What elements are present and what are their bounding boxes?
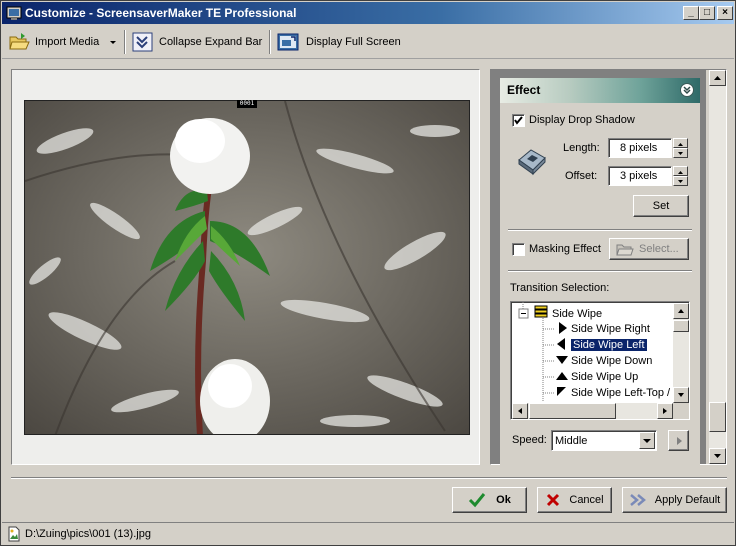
tree-item-side-wipe-down[interactable]: Side Wipe Down	[555, 353, 652, 369]
tree-node-side-wipe[interactable]: Side Wipe	[533, 305, 602, 321]
chevron-down-icon[interactable]	[639, 432, 655, 449]
masking-effect-label: Masking Effect	[529, 243, 601, 255]
tree-item-label: Side Wipe Left-Top /	[571, 387, 671, 399]
minimize-button[interactable]: _	[683, 6, 699, 20]
arrow-right-icon	[559, 322, 567, 334]
tree-item-label: Side Wipe Left	[570, 338, 648, 352]
title-bar[interactable]: Customize - ScreensaverMaker TE Professi…	[2, 2, 734, 24]
folder-icon	[616, 244, 634, 256]
scroll-left-button[interactable]	[512, 403, 528, 419]
tree-item-side-wipe-up[interactable]: Side Wipe Up	[555, 369, 638, 385]
transition-selection-label: Transition Selection:	[510, 282, 610, 294]
check-icon	[469, 493, 486, 508]
offset-label: Offset:	[565, 170, 598, 182]
display-full-screen-button[interactable]: Display Full Screen	[277, 30, 401, 54]
scroll-down-button[interactable]	[673, 387, 689, 403]
scroll-up-button[interactable]	[673, 303, 689, 319]
effect-panel-header[interactable]: Effect	[500, 78, 700, 103]
scroll-thumb[interactable]	[709, 402, 726, 432]
speed-value: Middle	[555, 435, 588, 447]
offset-input[interactable]: 3 pixels	[608, 166, 672, 186]
scroll-right-button[interactable]	[657, 403, 673, 419]
section-divider	[508, 270, 692, 272]
length-stepper[interactable]	[673, 138, 688, 158]
drop-shadow-icon	[518, 149, 546, 176]
length-down-button[interactable]	[673, 148, 688, 158]
tree-item-side-wipe-left-top[interactable]: Side Wipe Left-Top /	[555, 385, 670, 401]
tree-horizontal-scrollbar[interactable]	[512, 403, 673, 419]
drop-shadow-checkbox[interactable]	[512, 114, 525, 127]
import-media-label: Import Media	[35, 36, 100, 48]
toolbar-separator	[269, 30, 271, 54]
collapse-icon	[132, 32, 153, 52]
scroll-down-button[interactable]	[709, 448, 726, 464]
collapse-expand-label: Collapse Expand Bar	[159, 36, 263, 48]
scroll-thumb[interactable]	[673, 320, 689, 332]
apply-default-label: Apply Default	[654, 494, 721, 506]
offset-stepper[interactable]	[673, 166, 688, 186]
speed-label: Speed:	[512, 434, 547, 446]
bottom-divider	[11, 477, 727, 479]
offset-up-button[interactable]	[673, 166, 688, 176]
window-title: Customize - ScreensaverMaker TE Professi…	[25, 6, 297, 20]
status-bar: D:\Zuing\pics\001 (13).jpg	[2, 522, 734, 544]
checkmark-icon	[514, 116, 523, 125]
cancel-button[interactable]: Cancel	[537, 487, 612, 513]
arrow-down-icon	[556, 356, 568, 364]
apply-default-button[interactable]: Apply Default	[622, 487, 727, 513]
offset-down-button[interactable]	[673, 176, 688, 186]
collapse-expand-bar-button[interactable]: Collapse Expand Bar	[132, 30, 262, 54]
select-mask-label: Select...	[639, 243, 679, 255]
maximize-button[interactable]: □	[699, 6, 715, 20]
scroll-up-button[interactable]	[709, 70, 726, 86]
select-mask-button[interactable]: Select...	[609, 238, 689, 260]
plant-photo	[25, 101, 469, 434]
set-button[interactable]: Set	[633, 195, 689, 217]
status-file-path: D:\Zuing\pics\001 (13).jpg	[25, 528, 151, 540]
scroll-corner	[673, 403, 689, 419]
chevron-down-icon[interactable]	[107, 37, 119, 47]
display-full-screen-label: Display Full Screen	[306, 36, 401, 48]
panel-vertical-scrollbar[interactable]	[709, 70, 726, 464]
tree-item-label: Side Wipe Right	[571, 323, 650, 335]
stack-icon	[534, 305, 548, 318]
arrow-up-icon	[556, 372, 568, 380]
image-overlay-label: 0001	[237, 100, 257, 108]
section-divider	[508, 229, 692, 231]
ok-label: Ok	[496, 494, 511, 506]
speed-select[interactable]: Middle	[551, 430, 657, 451]
play-icon	[676, 436, 682, 445]
close-button[interactable]: ×	[717, 6, 733, 20]
arrow-left-icon	[557, 338, 565, 350]
app-icon	[6, 6, 22, 20]
double-chevron-right-icon	[629, 494, 646, 506]
folder-open-icon	[9, 33, 30, 50]
x-icon	[547, 493, 560, 507]
customize-window: Customize - ScreensaverMaker TE Professi…	[0, 0, 736, 546]
collapse-panel-icon[interactable]	[680, 83, 694, 97]
cancel-label: Cancel	[569, 494, 604, 506]
effect-panel-title: Effect	[507, 83, 541, 97]
length-up-button[interactable]	[673, 138, 688, 148]
full-screen-icon	[277, 33, 299, 51]
tree-item-label: Side Wipe Up	[571, 371, 639, 383]
tree-item-side-wipe-left[interactable]: Side Wipe Left	[555, 337, 648, 353]
image-file-icon	[8, 526, 20, 542]
scroll-thumb[interactable]	[529, 403, 616, 419]
toolbar: Import Media Collapse Expand Bar Display…	[2, 25, 734, 59]
toolbar-separator	[124, 30, 126, 54]
length-input[interactable]: 8 pixels	[608, 138, 672, 158]
tree-vertical-scrollbar[interactable]	[673, 303, 689, 403]
tree-item-label: Side Wipe Down	[571, 355, 653, 367]
masking-effect-checkbox[interactable]	[512, 243, 525, 256]
tree-node-label: Side Wipe	[552, 308, 603, 320]
ok-button[interactable]: Ok	[452, 487, 527, 513]
play-preview-button[interactable]	[668, 430, 689, 451]
tree-item-side-wipe-right[interactable]: Side Wipe Right	[555, 321, 650, 337]
import-media-button[interactable]: Import Media	[8, 30, 124, 54]
length-label: Length:	[563, 142, 600, 154]
arrow-diagonal-icon	[557, 387, 566, 396]
drop-shadow-label: Display Drop Shadow	[529, 114, 635, 126]
preview-image[interactable]	[24, 100, 470, 435]
